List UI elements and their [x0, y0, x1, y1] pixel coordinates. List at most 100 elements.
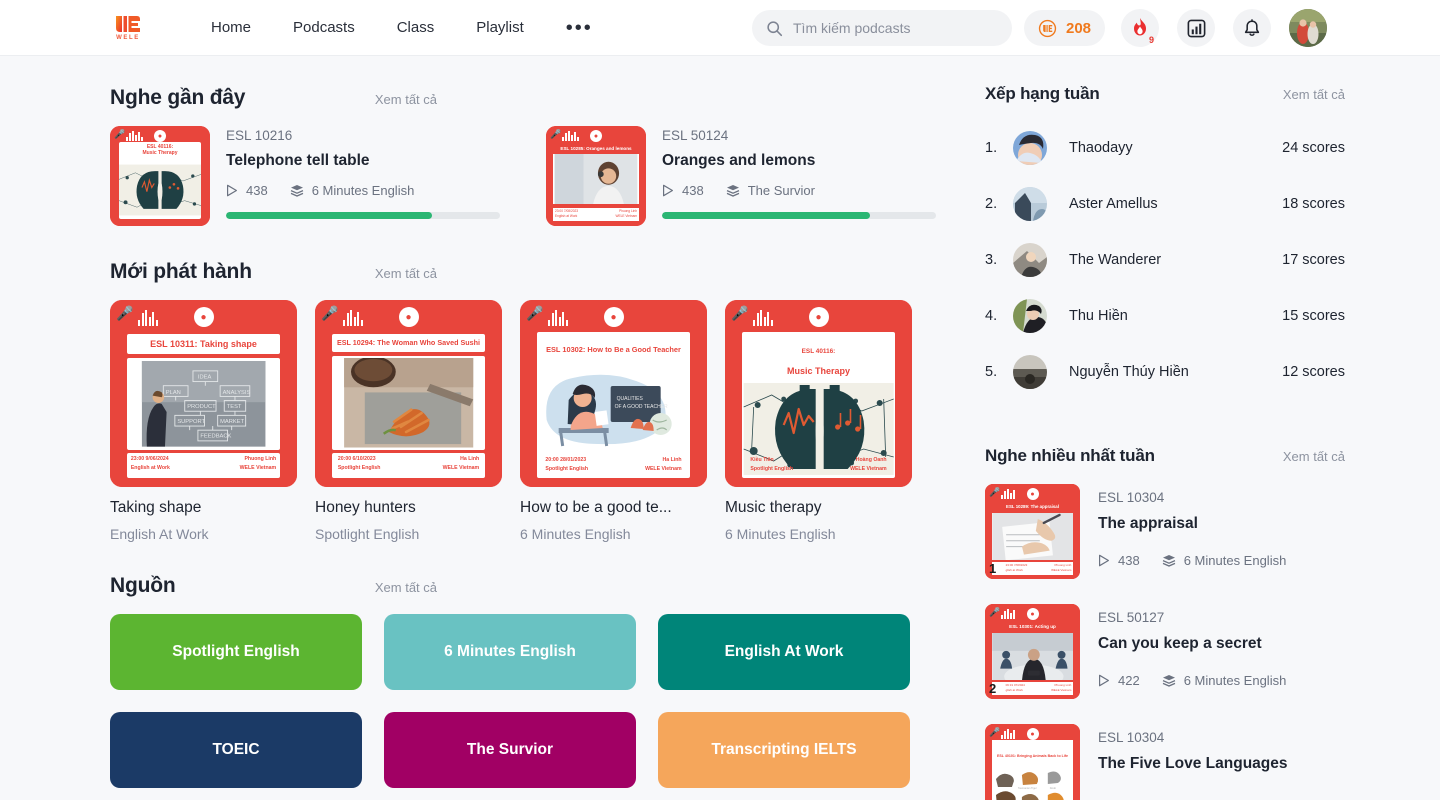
- avatar[interactable]: [1013, 243, 1047, 277]
- stack-icon: [726, 185, 739, 197]
- bar-chart-icon: [1187, 19, 1205, 37]
- avatar[interactable]: [1013, 187, 1047, 221]
- art-source: Spotlight English: [545, 466, 589, 473]
- ranking-row[interactable]: 1. Thaodayy 24 scores: [985, 120, 1345, 176]
- avatar[interactable]: [1013, 299, 1047, 333]
- waveform-icon: [548, 310, 568, 326]
- music-therapy-art: [119, 164, 201, 215]
- app-header: WELE Home Podcasts Class Playlist ••• 20…: [0, 0, 1440, 56]
- ranking-row[interactable]: 2. Aster Amellus 18 scores: [985, 176, 1345, 232]
- wele-badge-icon: ●: [398, 307, 419, 327]
- avatar-image: [1013, 355, 1047, 389]
- most-listened-thumbnail[interactable]: 🎤 ● ESL 40101: Bringing Animals Back to …: [985, 724, 1080, 800]
- svg-text:SUPPORT: SUPPORT: [177, 419, 205, 425]
- play-count-value: 438: [1118, 553, 1140, 568]
- most-listened-item[interactable]: 🎤 ● ESL 10289: The appraisal 23:00 7/08/…: [985, 484, 1345, 579]
- most-listened-section-header: Nghe nhiều nhất tuần Xem tất cả: [985, 446, 1345, 466]
- coin-balance[interactable]: 208: [1024, 10, 1106, 46]
- most-listened-item[interactable]: 🎤 ● ESL 10301: Acting up 06:31 07/2024 P…: [985, 604, 1345, 699]
- podcast-card-source: Spotlight English: [315, 526, 420, 542]
- podcast-card-title[interactable]: How to be a good te...: [520, 499, 707, 517]
- main-nav: Home Podcasts Class Playlist •••: [209, 15, 595, 40]
- recent-thumbnail[interactable]: 🎤 ● ESL 10285: Oranges and lemons 23:00 …: [546, 126, 646, 226]
- svg-text:QUALITIES: QUALITIES: [617, 396, 644, 402]
- recent-item[interactable]: 🎤 ● ESL 10285: Oranges and lemons 23:00 …: [546, 126, 936, 226]
- search-input[interactable]: [793, 20, 993, 36]
- most-listened-item[interactable]: 🎤 ● ESL 40101: Bringing Animals Back to …: [985, 724, 1345, 800]
- podcast-card-title[interactable]: Honey hunters: [315, 499, 502, 517]
- rank-score: 24 scores: [1282, 140, 1345, 156]
- most-listened-title[interactable]: The Five Love Languages: [1098, 755, 1288, 773]
- source-tag-label: TOEIC: [212, 741, 260, 758]
- podcast-card[interactable]: 🎤 ● ESL 10311: Taking shape IDEA ANALYSI…: [110, 300, 297, 542]
- sources-see-all-link[interactable]: Xem tất cả: [375, 580, 437, 595]
- source-tag-transcripting-ielts[interactable]: Transcripting IELTS: [658, 712, 910, 788]
- art-heading: ESL 10311: Taking shape: [150, 338, 257, 349]
- nav-more-icon[interactable]: •••: [564, 18, 595, 38]
- svg-text:PRODUCT: PRODUCT: [187, 404, 216, 410]
- ranking-see-all-link[interactable]: Xem tất cả: [1283, 87, 1345, 102]
- stats-button[interactable]: [1177, 9, 1215, 47]
- search-bar[interactable]: [752, 10, 1012, 46]
- streak-button[interactable]: 9: [1121, 9, 1159, 47]
- ranking-row[interactable]: 5. Nguyễn Thúy Hiền 12 scores: [985, 344, 1345, 400]
- source-tag-label: English At Work: [724, 643, 844, 660]
- most-listened-title[interactable]: The appraisal: [1098, 515, 1286, 533]
- most-listened-rank-number: 1: [989, 561, 997, 576]
- wele-badge-icon: ●: [603, 307, 624, 327]
- art-author: Ha Linh: [460, 456, 480, 463]
- podcast-card-art[interactable]: 🎤 ● ESL 10294: The Woman Who Saved Sushi: [315, 300, 502, 487]
- source-tag-6-minutes-english[interactable]: 6 Minutes English: [384, 614, 636, 690]
- most-listened-meta: ESL 10304 The Five Love Languages: [1098, 724, 1288, 800]
- nav-item-home[interactable]: Home: [209, 15, 253, 40]
- source-tag-english-at-work[interactable]: English At Work: [658, 614, 910, 690]
- podcast-photo-art: [554, 154, 638, 204]
- art-heading: ESL 10289: The appraisal: [1006, 504, 1059, 510]
- nav-item-class[interactable]: Class: [395, 15, 437, 40]
- microphone-icon: 🎤: [989, 487, 1001, 497]
- podcast-card-title[interactable]: Music therapy: [725, 499, 912, 517]
- ranking-row[interactable]: 4. Thu Hiền 15 scores: [985, 288, 1345, 344]
- podcast-card[interactable]: 🎤 ● ESL 10294: The Woman Who Saved Sushi: [315, 300, 502, 542]
- recent-thumbnail[interactable]: 🎤 ● ESL 40116: Music Therapy: [110, 126, 210, 226]
- wele-logo[interactable]: WELE: [110, 10, 146, 46]
- play-icon: [1099, 674, 1109, 687]
- avatar[interactable]: [1013, 355, 1047, 389]
- wele-badge-icon: ●: [808, 307, 829, 327]
- avatar-image: [1013, 243, 1047, 277]
- podcast-card-art[interactable]: 🎤 ● ESL 10302: How to Be a Good Teacher: [520, 300, 707, 487]
- podcast-card[interactable]: 🎤 ● ESL 40116: Music Therapy Kiều Tiên H…: [725, 300, 912, 542]
- source-tag-the-survior[interactable]: The Survior: [384, 712, 636, 788]
- recent-item[interactable]: 🎤 ● ESL 40116: Music Therapy ESL 10216 T…: [110, 126, 500, 226]
- source-tag-spotlight-english[interactable]: Spotlight English: [110, 614, 362, 690]
- new-releases-see-all-link[interactable]: Xem tất cả: [375, 266, 437, 281]
- nav-item-playlist[interactable]: Playlist: [474, 15, 526, 40]
- avatar[interactable]: [1013, 131, 1047, 165]
- main-column: Nghe gần đây Xem tất cả 🎤 ● ESL 40116: M…: [0, 56, 965, 800]
- podcast-card-art[interactable]: 🎤 ● ESL 10311: Taking shape IDEA ANALYSI…: [110, 300, 297, 487]
- source-value: 6 Minutes English: [1183, 673, 1287, 688]
- most-listened-thumbnail[interactable]: 🎤 ● ESL 10301: Acting up 06:31 07/2024 P…: [985, 604, 1080, 699]
- most-listened-title[interactable]: Can you keep a secret: [1098, 635, 1286, 653]
- most-listened-section-title: Nghe nhiều nhất tuần: [985, 446, 1155, 465]
- podcast-card-title[interactable]: Taking shape: [110, 499, 297, 517]
- nav-item-podcasts[interactable]: Podcasts: [291, 15, 357, 40]
- waveform-icon: [1001, 489, 1015, 499]
- most-listened-thumbnail[interactable]: 🎤 ● ESL 10289: The appraisal 23:00 7/08/…: [985, 484, 1080, 579]
- art-facebook: WELE Vietnam: [850, 466, 887, 473]
- svg-text:Dodo: Dodo: [1049, 786, 1056, 790]
- recent-title[interactable]: Telephone tell table: [226, 152, 500, 170]
- source-tag-toeic[interactable]: TOEIC: [110, 712, 362, 788]
- art-time: 20:00 28/01/2023: [545, 456, 587, 463]
- recent-title[interactable]: Oranges and lemons: [662, 152, 936, 170]
- avatar[interactable]: [1289, 9, 1327, 47]
- most-listened-see-all-link[interactable]: Xem tất cả: [1283, 449, 1345, 464]
- waveform-icon: [1001, 729, 1015, 739]
- podcast-card[interactable]: 🎤 ● ESL 10302: How to Be a Good Teacher: [520, 300, 707, 542]
- recent-see-all-link[interactable]: Xem tất cả: [375, 92, 437, 107]
- podcast-card-art[interactable]: 🎤 ● ESL 40116: Music Therapy Kiều Tiên H…: [725, 300, 912, 487]
- rank-number: 2.: [985, 196, 998, 212]
- notifications-button[interactable]: [1233, 9, 1271, 47]
- source-value: 6 Minutes English: [311, 183, 415, 198]
- ranking-row[interactable]: 3. The Wanderer 17 scores: [985, 232, 1345, 288]
